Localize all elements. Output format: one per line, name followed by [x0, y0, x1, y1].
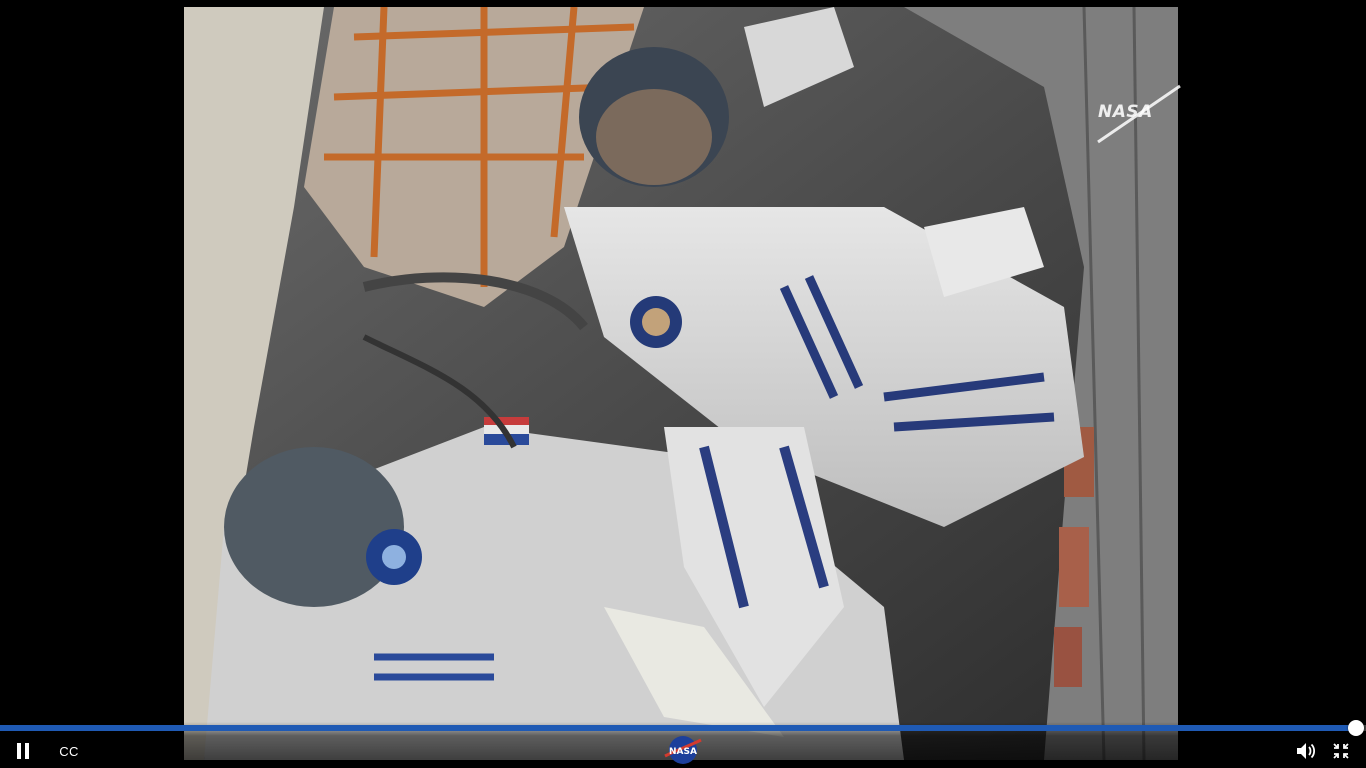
- exit-fullscreen-button[interactable]: [1330, 739, 1352, 763]
- volume-icon: [1297, 743, 1316, 759]
- progress-bar[interactable]: [0, 720, 1366, 736]
- svg-text:NASA: NASA: [669, 747, 697, 757]
- exit-fullscreen-icon: [1333, 743, 1349, 759]
- pause-icon: [17, 743, 29, 759]
- video-player: NASA CC NASA: [0, 0, 1366, 768]
- pause-button[interactable]: [12, 739, 34, 763]
- progress-scrubber-handle[interactable]: [1348, 720, 1364, 736]
- volume-button[interactable]: [1294, 739, 1318, 763]
- nasa-logo-icon: NASA: [664, 736, 702, 764]
- nasa-watermark: NASA: [1094, 84, 1184, 144]
- nasa-logo-button[interactable]: NASA: [663, 734, 703, 766]
- watermark-text: NASA: [1098, 102, 1153, 122]
- progress-played: [0, 725, 1356, 731]
- video-picture: [184, 7, 1178, 760]
- closed-captions-button[interactable]: CC: [56, 739, 82, 763]
- video-frame[interactable]: [184, 7, 1178, 760]
